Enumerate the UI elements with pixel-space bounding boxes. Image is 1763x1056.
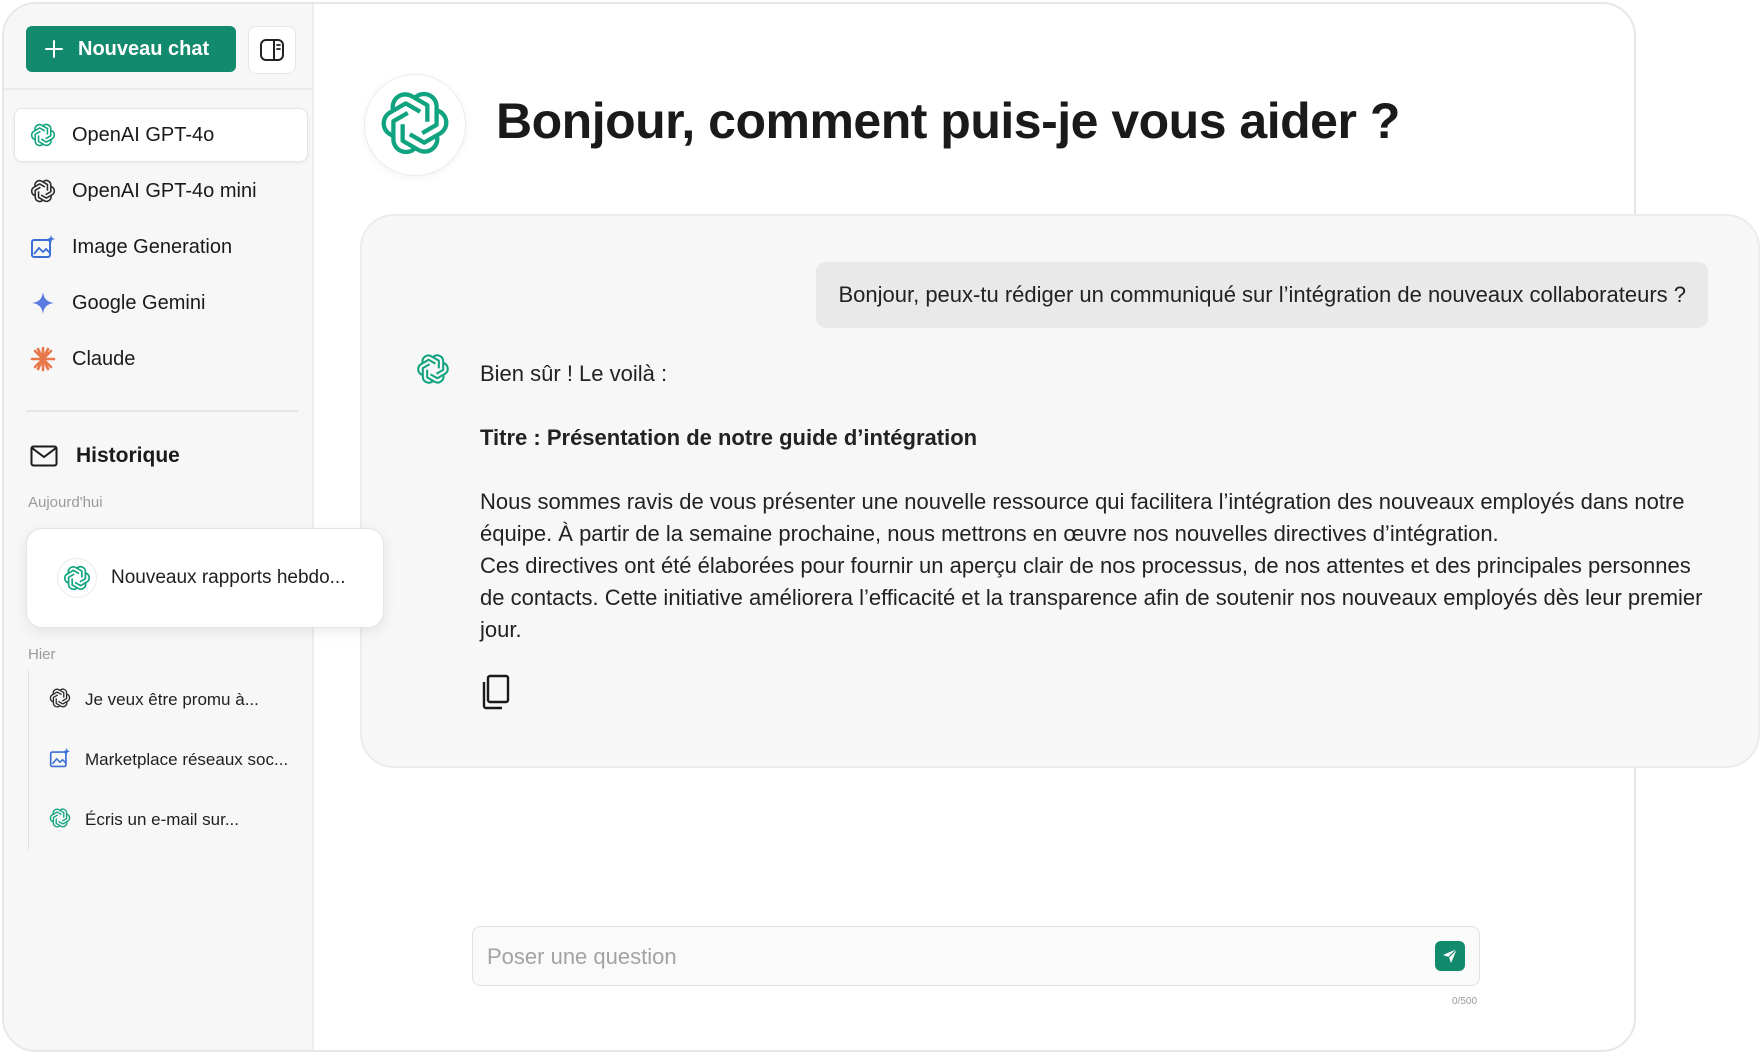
history-group-yesterday: Hier	[28, 646, 56, 663]
assistant-avatar	[414, 351, 452, 391]
openai-icon	[48, 806, 72, 834]
model-label: Google Gemini	[72, 291, 206, 314]
history-item-label: Écris un e-mail sur...	[85, 810, 239, 829]
assistant-paragraph: Ces directives ont été élaborées pour fo…	[480, 553, 1703, 642]
page-title: Bonjour, comment puis-je vous aider ?	[496, 93, 1400, 149]
copy-button[interactable]	[480, 674, 510, 710]
openai-icon	[379, 87, 451, 164]
history-item[interactable]: Écris un e-mail sur...	[29, 790, 288, 850]
model-item-claude[interactable]: Claude	[14, 332, 308, 386]
plus-icon	[45, 40, 63, 58]
history-item-label: Marketplace réseaux soc...	[85, 750, 289, 769]
model-label: OpenAI GPT-4o	[72, 123, 215, 146]
new-chat-label: Nouveau chat	[78, 37, 210, 60]
openai-icon	[30, 122, 56, 148]
assistant-heading: Titre : Présentation de notre guide d’in…	[480, 425, 978, 450]
assistant-body: Nous sommes ravis de vous présenter une …	[480, 486, 1712, 646]
model-label: OpenAI GPT-4o mini	[72, 179, 257, 202]
envelope-icon	[30, 445, 58, 467]
send-icon	[1443, 948, 1458, 963]
history-item[interactable]: Je veux être promu à...	[29, 670, 288, 730]
history-title: Historique	[76, 444, 180, 467]
sidebar-toggle-button[interactable]	[248, 26, 296, 74]
assistant-paragraph: Nous sommes ravis de vous présenter une …	[480, 489, 1685, 546]
chat-input-box	[472, 926, 1480, 986]
history-heading: Historique	[30, 444, 180, 468]
history-list-yesterday: Je veux être promu à... Marketplace rése…	[28, 670, 288, 850]
user-message: Bonjour, peux-tu rédiger un communiqué s…	[816, 262, 1708, 328]
assistant-intro: Bien sûr ! Le voilà :	[480, 361, 668, 386]
openai-icon	[57, 558, 97, 598]
assistant-logo	[364, 74, 466, 176]
char-counter: 0/500	[1452, 996, 1478, 1007]
model-item-image-generation[interactable]: Image Generation	[14, 220, 308, 274]
user-message-text: Bonjour, peux-tu rédiger un communiqué s…	[838, 282, 1686, 307]
question-input[interactable]	[487, 937, 1387, 977]
image-generation-icon	[49, 747, 71, 774]
gemini-icon	[30, 290, 56, 316]
history-item-label: Je veux être promu à...	[85, 690, 259, 709]
model-item-google-gemini[interactable]: Google Gemini	[14, 276, 308, 330]
new-chat-button[interactable]: Nouveau chat	[26, 26, 236, 72]
conversation-panel: Bonjour, peux-tu rédiger un communiqué s…	[360, 214, 1760, 768]
openai-icon	[48, 686, 72, 714]
model-label: Image Generation	[72, 235, 233, 258]
history-item[interactable]: Marketplace réseaux soc...	[29, 730, 288, 790]
model-item-gpt-4o[interactable]: OpenAI GPT-4o	[14, 108, 308, 162]
sidebar-header: Nouveau chat	[4, 4, 312, 90]
claude-icon	[30, 346, 56, 372]
send-button[interactable]	[1435, 941, 1465, 971]
sidebar-divider	[26, 410, 298, 412]
openai-icon	[30, 178, 56, 204]
assistant-message: Bien sûr ! Le voilà : Titre : Présentati…	[480, 358, 1712, 646]
history-item-today[interactable]: Nouveaux rapports hebdo...	[26, 528, 384, 628]
copy-icon	[482, 674, 510, 710]
model-item-gpt-4o-mini[interactable]: OpenAI GPT-4o mini	[14, 164, 308, 218]
history-group-today: Aujourd'hui	[28, 494, 103, 511]
model-list: OpenAI GPT-4o OpenAI GPT-4o mini Image G…	[14, 108, 308, 388]
model-label: Claude	[72, 347, 136, 370]
sidebar-toggle-icon	[260, 39, 284, 61]
image-generation-icon	[30, 234, 56, 260]
sidebar: Nouveau chat OpenAI GPT-4o OpenAI GPT-4o…	[4, 4, 314, 1050]
openai-icon	[415, 351, 451, 391]
history-item-label: Nouveaux rapports hebdo...	[111, 567, 346, 588]
